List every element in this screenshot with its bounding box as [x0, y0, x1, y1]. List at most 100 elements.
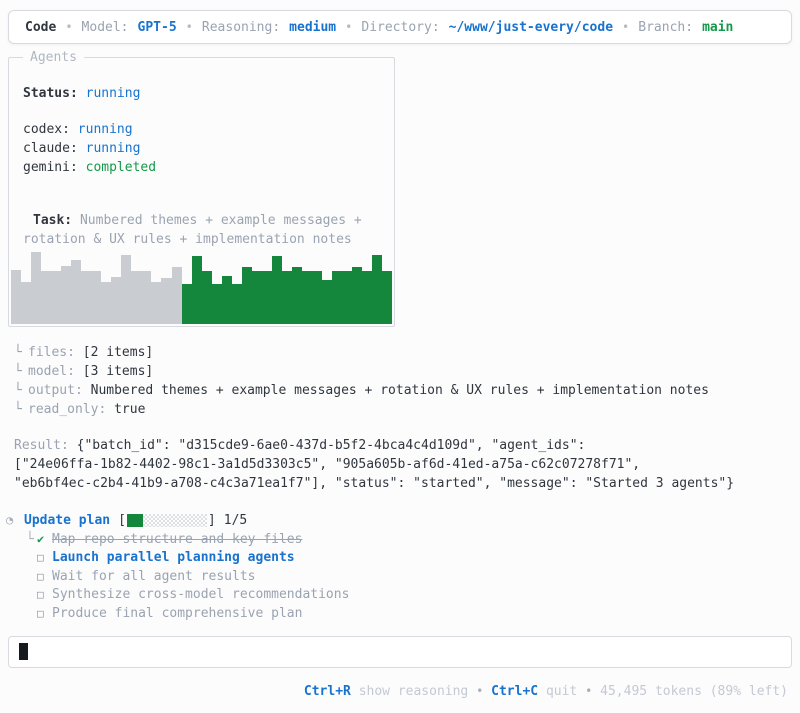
activity-bar	[181, 283, 192, 324]
activity-bar	[11, 269, 22, 324]
update-plan: ◔ Update plan [ ] 1/5 └ ✔ Map repo struc…	[6, 510, 800, 623]
agents-panel-title: Agents	[23, 48, 84, 67]
activity-bar	[171, 267, 182, 324]
reasoning-value: medium	[289, 19, 337, 35]
activity-bar	[41, 271, 52, 324]
ctrl-r-action: show reasoning	[358, 683, 469, 699]
agent-row-claude: claude: running	[23, 139, 380, 158]
plan-item-text: Map repo structure and key files	[52, 531, 303, 547]
activity-bar	[151, 282, 162, 324]
param-row-model: └ model: [3 items]	[14, 362, 800, 381]
activity-bar	[81, 271, 92, 324]
activity-bar	[301, 271, 312, 324]
ctrl-c-action: quit	[545, 683, 578, 699]
activity-bar	[61, 265, 72, 324]
param-value: [2 items]	[82, 345, 154, 360]
checkbox-icon: □	[37, 551, 44, 565]
param-row-files: └ files: [2 items]	[14, 343, 800, 362]
param-value: true	[114, 402, 146, 417]
progress-fill	[126, 513, 143, 527]
agents-list: codex: running claude: running gemini: c…	[11, 120, 392, 177]
tool-call-params: └ files: [2 items] └ model: [3 items] └ out…	[14, 343, 800, 419]
checkbox-icon: □	[37, 588, 44, 602]
progress-open-bracket: [	[118, 512, 126, 528]
agent-state: running	[77, 122, 133, 137]
param-key: output:	[28, 383, 83, 398]
param-value: [3 items]	[82, 364, 154, 379]
activity-bar	[51, 271, 62, 324]
tree-branch-icon: └	[14, 364, 22, 379]
task-label: Task:	[33, 213, 73, 228]
activity-bar	[291, 267, 302, 324]
activity-bar	[71, 259, 82, 324]
separator-dot: •	[345, 19, 353, 34]
activity-bar	[221, 275, 232, 324]
directory-value: ~/www/just-every/code	[448, 19, 614, 35]
check-icon: ✔	[37, 531, 45, 546]
activity-bar	[352, 267, 363, 324]
activity-bar	[372, 254, 383, 324]
result-line: Result: {"batch_id": "d315cde9-6ae0-437d…	[14, 436, 792, 455]
plan-item-text: Produce final comprehensive plan	[52, 605, 303, 621]
separator-dot: •	[185, 19, 193, 34]
activity-sparkline	[11, 251, 393, 324]
activity-bar	[201, 271, 212, 324]
agent-state: completed	[85, 160, 157, 175]
param-value: Numbered themes + example messages + rot…	[90, 383, 709, 398]
activity-bar	[111, 276, 122, 324]
status-value: running	[85, 86, 141, 101]
activity-bar	[191, 256, 202, 324]
result-line: ["24e06ffa-1b82-4402-98c1-3a1d5d3303c5",…	[14, 457, 641, 472]
plan-item-text: Launch parallel planning agents	[52, 550, 295, 566]
separator-dot: •	[65, 19, 73, 34]
plan-item: □ Produce final comprehensive plan	[26, 604, 800, 623]
plan-items: └ ✔ Map repo structure and key files □ L…	[26, 530, 800, 623]
activity-bar	[121, 254, 132, 324]
ctrl-r-hint: Ctrl+R	[303, 683, 351, 699]
activity-bar	[141, 271, 152, 324]
app-title: Code	[25, 19, 57, 35]
clock-icon: ◔	[6, 512, 14, 527]
checkbox-icon: □	[37, 606, 44, 620]
agent-name: codex:	[23, 122, 70, 137]
plan-item: □ Wait for all agent results	[26, 567, 800, 586]
tree-branch-icon: └	[14, 383, 22, 398]
agents-status-line: Status: running	[11, 84, 392, 103]
activity-bar	[241, 267, 252, 324]
result-line: "eb6bf4ec-c2b4-41b9-a708-c4c3a71ea1f7"],…	[14, 476, 735, 491]
agent-state: running	[85, 141, 141, 156]
param-key: model:	[28, 364, 75, 379]
task-text: Numbered themes + example messages + rot…	[23, 213, 362, 247]
agent-row-codex: codex: running	[23, 120, 380, 139]
separator-dot: •	[476, 683, 484, 698]
activity-bar	[382, 271, 393, 324]
plan-title: Update plan	[24, 512, 111, 528]
activity-bar	[161, 278, 172, 324]
tool-result: Result: {"batch_id": "d315cde9-6ae0-437d…	[14, 436, 792, 493]
text-cursor	[19, 643, 28, 660]
directory-label: Directory:	[361, 19, 440, 35]
activity-bar	[332, 271, 343, 324]
activity-bar	[211, 283, 222, 324]
checkbox-icon: □	[37, 569, 44, 583]
activity-bar	[261, 271, 272, 324]
plan-item: □ Launch parallel planning agents	[26, 549, 800, 568]
composer-input[interactable]	[8, 635, 792, 668]
agent-row-gemini: gemini: completed	[23, 158, 380, 177]
status-bar: Code • Model: GPT-5 • Reasoning: medium …	[8, 10, 792, 44]
activity-bar	[321, 280, 332, 324]
activity-bar	[91, 271, 102, 324]
agent-name: gemini:	[23, 160, 78, 175]
plan-item: └ ✔ Map repo structure and key files	[26, 530, 800, 549]
activity-bar	[362, 271, 373, 324]
result-label: Result:	[14, 438, 69, 453]
plan-progress-count: 1/5	[223, 512, 248, 528]
model-value: GPT-5	[137, 19, 177, 35]
model-label: Model:	[81, 19, 129, 35]
separator-dot: •	[622, 19, 630, 34]
tree-branch-icon: └	[26, 531, 34, 547]
activity-bar	[21, 282, 32, 324]
param-row-output: └ output: Numbered themes + example messa…	[14, 381, 800, 400]
plan-item-text: Synthesize cross-model recommendations	[52, 587, 350, 603]
token-usage: 45,495 tokens (89% left)	[600, 683, 788, 699]
